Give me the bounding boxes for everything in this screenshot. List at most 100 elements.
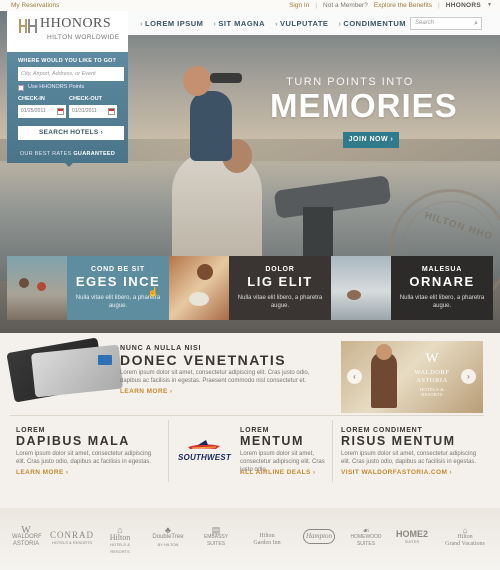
destination-input[interactable]: City, Airport, Address, or Event xyxy=(18,67,124,81)
col3-body: Lorem ipsum dolor sit amet, consectetur … xyxy=(341,451,477,465)
promo-figure xyxy=(37,282,46,291)
tree-icon: ♣ xyxy=(165,525,171,535)
promo-desc: Nulla vitae elit libero, a pharetra augu… xyxy=(237,295,323,309)
hero-headline: TURN POINTS INTO MEMORIES xyxy=(270,76,458,125)
brand-hilton[interactable]: ⌂ Hilton HOTELS & RESORTS xyxy=(104,526,136,555)
all-airline-deals-link[interactable]: ALL AIRLINE DEALS › xyxy=(240,469,316,476)
southwest-logo[interactable]: SOUTHWEST xyxy=(178,453,231,462)
promo-kicker: DOLOR xyxy=(265,266,295,273)
checkout-date-field[interactable]: 01/31/2011 xyxy=(69,105,117,118)
waldorf-name: WALDORF ASTORIA xyxy=(414,369,450,384)
section-divider xyxy=(10,415,484,416)
nav-item-vulputate[interactable]: › VULPUTATE xyxy=(275,19,328,28)
brand-embassy-suites[interactable]: ▤ EMBASSY SUITES xyxy=(198,525,234,548)
search-input[interactable]: Search ⌕ xyxy=(410,17,482,30)
hero-title: MEMORIES xyxy=(270,87,458,124)
brand-hampton[interactable]: Hampton xyxy=(303,529,335,544)
checkin-date-field[interactable]: 01/25/2011 xyxy=(18,105,66,118)
col2-title: MENTUM xyxy=(240,434,304,448)
brand-sub: Garden Inn xyxy=(253,540,281,546)
carousel-prev-button[interactable]: ‹ xyxy=(347,369,362,384)
utility-bar: My Reservations Sign In | Not a Member? … xyxy=(0,0,500,11)
visit-waldorf-link[interactable]: VISIT WALDORFASTORIA.COM › xyxy=(341,469,452,476)
hhonors-logo-icon xyxy=(19,19,37,33)
brand-name: Hilton xyxy=(457,534,473,540)
promo-image-boats[interactable] xyxy=(7,256,67,320)
brand-hilton-grand-vacations[interactable]: ⌂ Hilton Grand Vacations xyxy=(440,527,490,548)
promo-figure xyxy=(347,290,361,300)
carousel-woman-head xyxy=(376,344,392,360)
chevron-right-icon: › xyxy=(213,18,217,28)
brand-home2-suites[interactable]: HOME2 SUITES xyxy=(394,529,430,545)
use-points-label: Use HHONORS Points xyxy=(28,84,85,90)
promo-tile-ornare[interactable]: MALESUA ORNARE Nulla vitae elit libero, … xyxy=(391,256,493,320)
waldorf-logo: W WALDORF ASTORIA HOTELS & RESORTS xyxy=(409,351,455,398)
feature-title: DONEC VENETNATIS xyxy=(120,352,287,368)
calendar-icon[interactable] xyxy=(57,108,64,115)
checkin-date-value: 01/25/2011 xyxy=(21,108,46,114)
logo[interactable]: HHONORS HILTON WORLDWIDE xyxy=(7,11,128,52)
promo-title: ORNARE xyxy=(409,274,475,289)
not-member-text: Not a Member? xyxy=(323,2,368,9)
feature-learn-more-link[interactable]: LEARN MORE › xyxy=(120,388,172,395)
checkout-label: CHECK-OUT xyxy=(69,96,102,102)
best-rates-guarantee[interactable]: OUR BEST RATES GUARANTEED xyxy=(7,151,128,157)
explore-benefits-link[interactable]: Explore the Benefits xyxy=(374,0,432,11)
nav-item-condimentum[interactable]: › CONDIMENTUM xyxy=(338,19,406,28)
search-hotels-button[interactable]: SEARCH HOTELS › xyxy=(18,126,124,140)
chevron-down-icon[interactable]: ▼ xyxy=(487,0,492,11)
nav-label: CONDIMENTUM xyxy=(343,18,406,28)
utility-right: Sign In | Not a Member? Explore the Bene… xyxy=(289,0,492,11)
search-icon[interactable]: ⌕ xyxy=(474,18,478,29)
logo-text: HHONORS xyxy=(40,16,112,31)
waldorf-mark-icon: W xyxy=(425,351,439,366)
nav-item-lorem-ipsum[interactable]: › LOREM IPSUM xyxy=(140,19,203,28)
brand-hilton-garden-inn[interactable]: Hilton Garden Inn xyxy=(244,533,290,547)
calendar-icon[interactable] xyxy=(108,108,115,115)
brand-name: EMBASSY xyxy=(203,534,229,540)
brand-sub: BY HILTON xyxy=(157,542,179,547)
separator: | xyxy=(315,2,318,9)
col1-kicker: LOREM xyxy=(16,427,46,434)
hhonors-dropdown[interactable]: HHONORS xyxy=(446,0,481,11)
brand-doubletree[interactable]: ♣ DoubleTree BY HILTON xyxy=(148,525,188,548)
chevron-right-icon: › xyxy=(338,18,342,28)
feature-body: Lorem ipsum dolor sit amet, consectetur … xyxy=(120,370,310,384)
brand-mark-icon: ☙ xyxy=(362,526,370,535)
brand-name: HOME2 xyxy=(395,529,428,539)
nav-item-sit-magna[interactable]: › SIT MAGNA xyxy=(213,19,265,28)
my-reservations-link[interactable]: My Reservations xyxy=(11,0,59,11)
booking-title: WHERE WOULD YOU LIKE TO GO? xyxy=(18,58,117,64)
use-points-checkbox[interactable] xyxy=(18,85,24,91)
promo-image-kids[interactable] xyxy=(169,256,229,320)
nav-label: LOREM IPSUM xyxy=(145,18,204,28)
promo-tile-lig-elit[interactable]: DOLOR LIG ELIT Nulla vitae elit libero, … xyxy=(229,256,331,320)
sign-in-link[interactable]: Sign In xyxy=(289,0,309,11)
brand-mark-icon: W xyxy=(21,525,31,536)
nav-label: VULPUTATE xyxy=(280,18,329,28)
panel-pointer xyxy=(64,162,74,167)
column-divider xyxy=(168,420,169,482)
chevron-right-icon: › xyxy=(275,18,279,28)
brand-homewood-suites[interactable]: ☙ HOMEWOOD SUITES xyxy=(346,527,386,548)
promo-kicker: COND BE SIT xyxy=(91,266,145,273)
promo-tile-eges-ince[interactable]: COND BE SIT EGES INCE Nulla vitae elit l… xyxy=(67,256,169,320)
hand-cursor-icon: ☝ xyxy=(147,287,159,297)
promo-title: LIG ELIT xyxy=(247,274,313,289)
feature-kicker: NUNC A NULLA NISI xyxy=(120,345,202,352)
carousel-next-button[interactable]: › xyxy=(461,369,476,384)
join-now-button[interactable]: JOIN NOW › xyxy=(343,132,399,148)
brand-mark-icon: ▤ xyxy=(211,525,221,535)
brand-name: HOMEWOOD xyxy=(350,534,382,540)
chevron-right-icon: › xyxy=(140,18,143,28)
brand-waldorf-astoria[interactable]: W WALDORF ASTORIA xyxy=(12,525,42,548)
brand-name: Hilton xyxy=(109,533,131,542)
brand-mark-icon: ⌂ xyxy=(462,526,468,535)
col1-learn-more-link[interactable]: LEARN MORE › xyxy=(16,469,68,476)
promo-image-pool[interactable] xyxy=(331,256,391,320)
brand-conrad[interactable]: CONRAD HOTELS & RESORTS xyxy=(50,530,95,546)
brand-sub: ASTORIA xyxy=(12,541,40,547)
hero-kicker: TURN POINTS INTO xyxy=(286,76,414,88)
brand-name: CONRAD xyxy=(50,530,95,540)
col3-title: RISUS MENTUM xyxy=(341,434,456,448)
